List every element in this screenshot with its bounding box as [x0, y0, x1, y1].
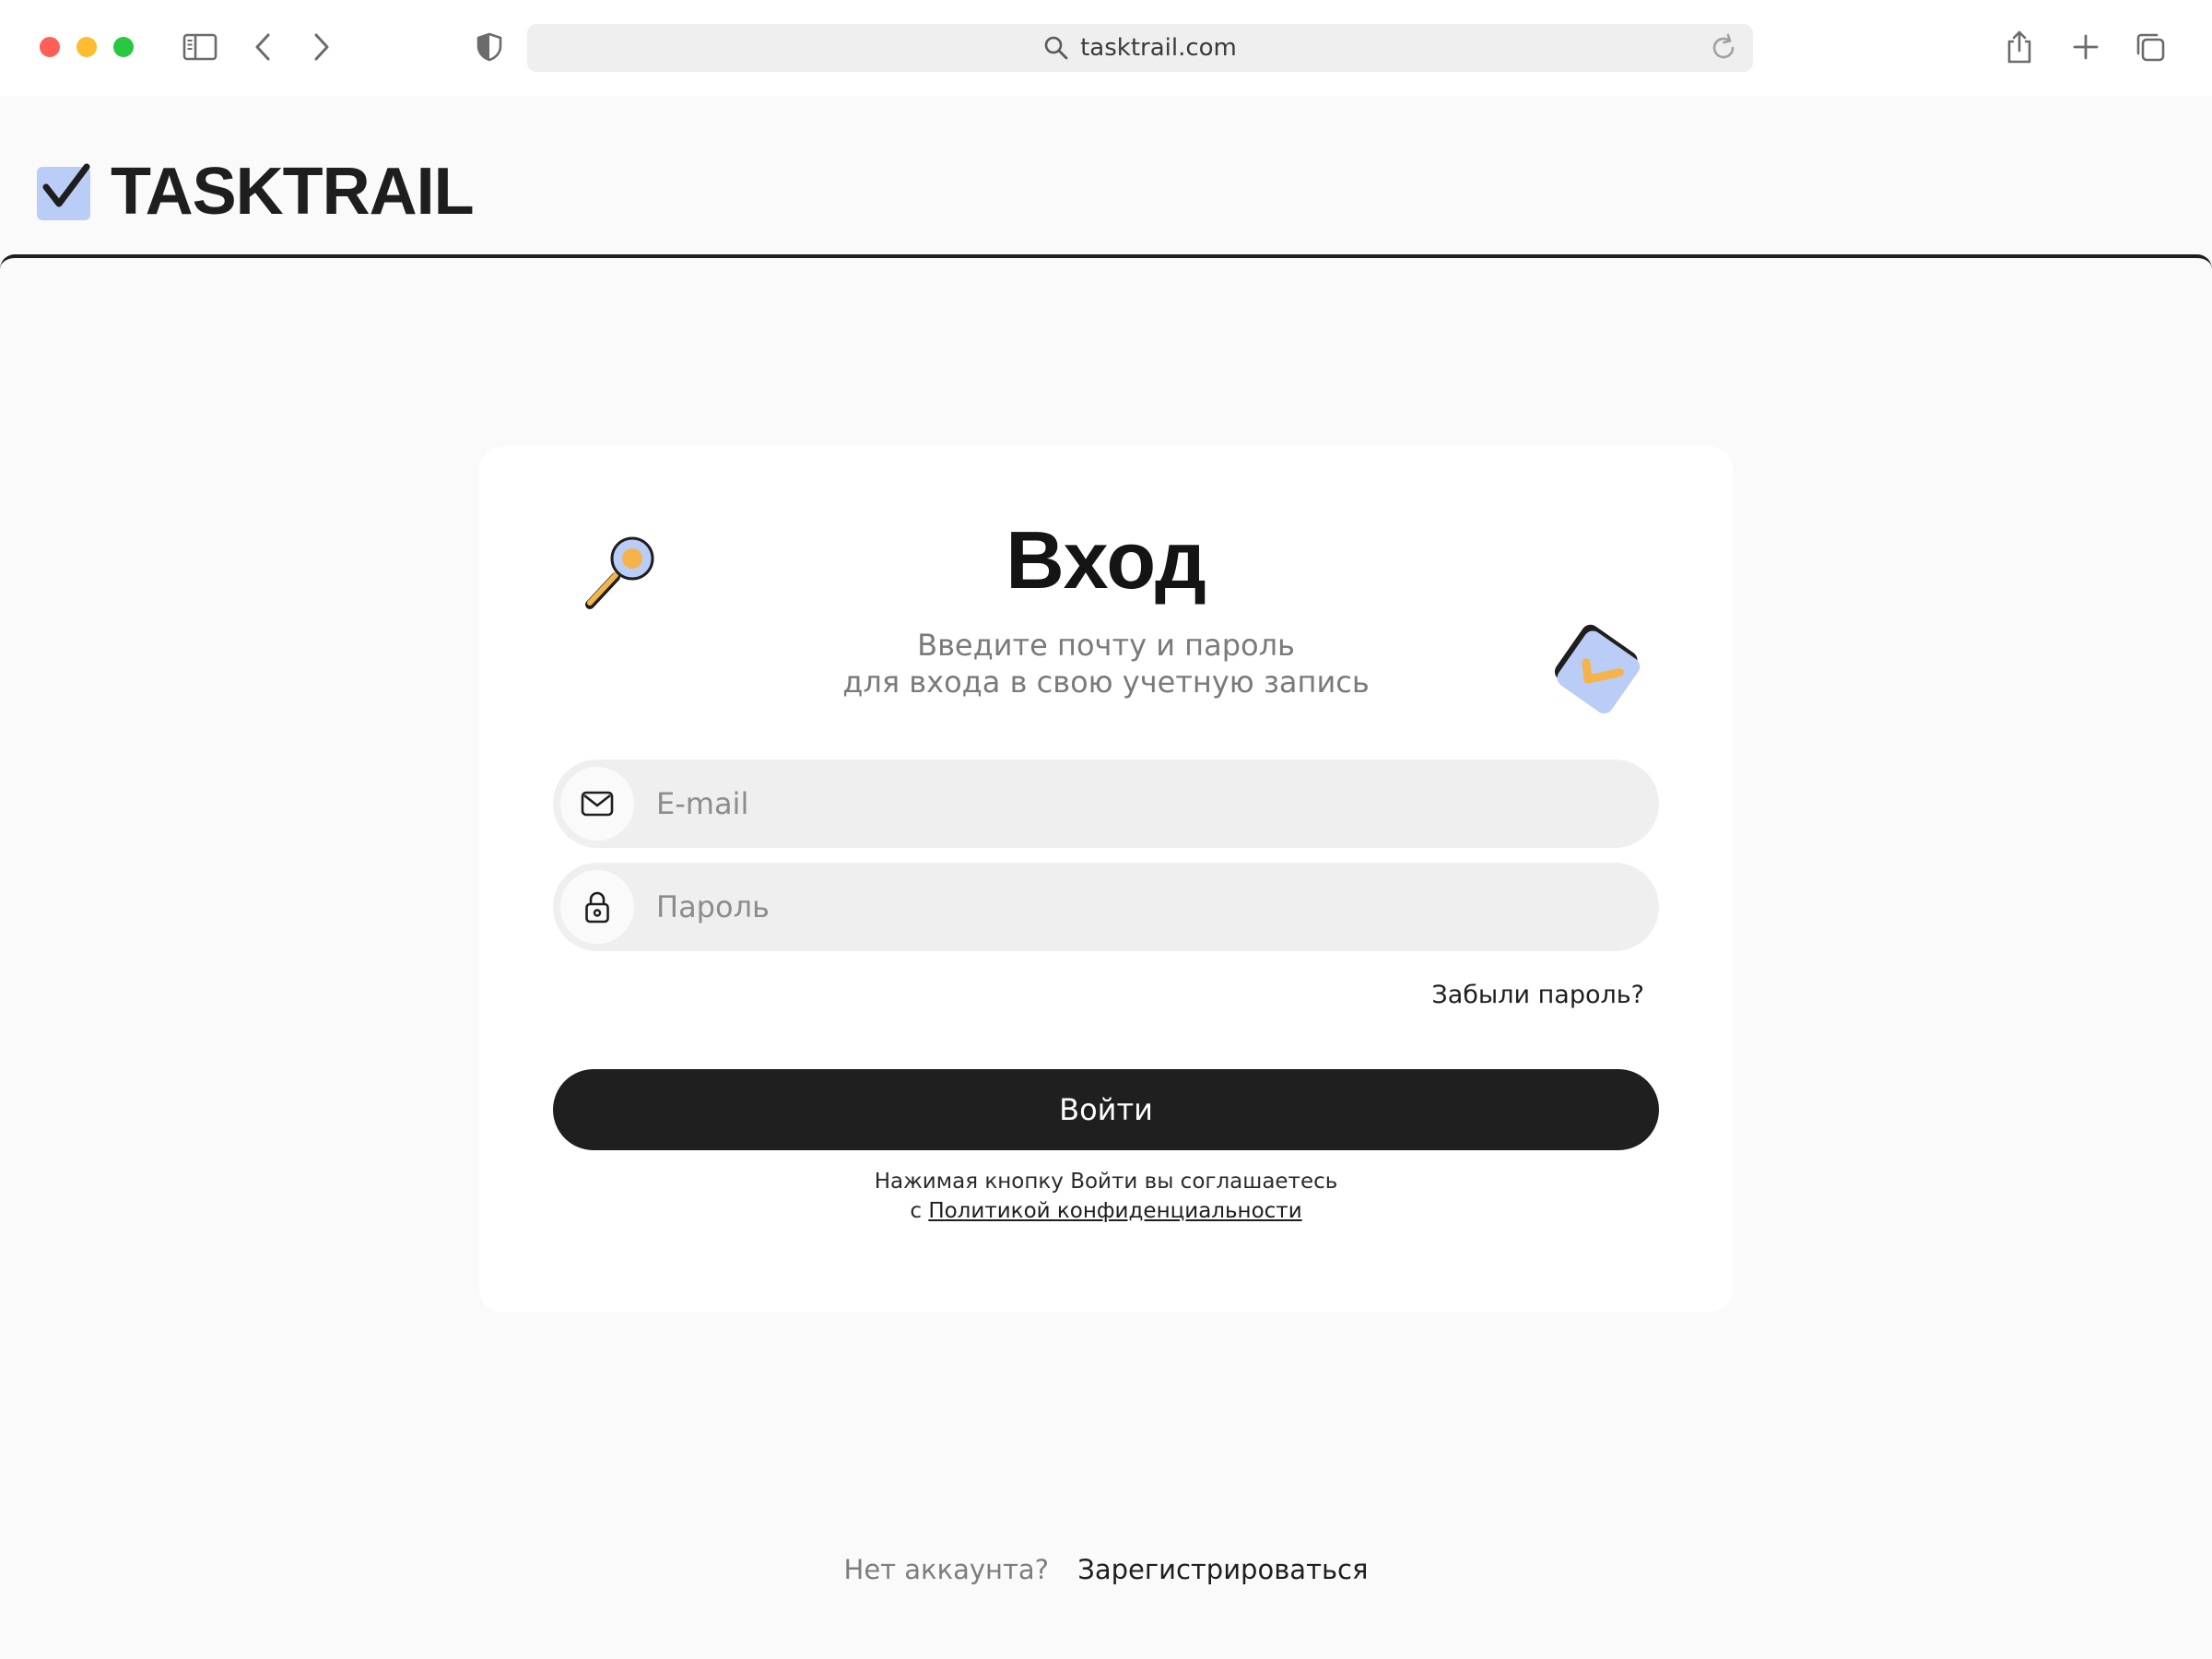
privacy-report-button[interactable] — [468, 26, 511, 68]
chevron-left-icon — [255, 33, 270, 61]
forward-button[interactable] — [300, 26, 343, 68]
zoom-window-button[interactable] — [113, 37, 134, 57]
terms-notice: Нажимая кнопку Войти вы соглашаетесь с П… — [479, 1167, 1733, 1226]
reload-button[interactable] — [1707, 31, 1740, 65]
no-account-text: Нет аккаунта? — [843, 1554, 1050, 1585]
close-window-button[interactable] — [40, 37, 60, 57]
browser-toolbar: tasktrail.com — [0, 0, 2212, 96]
login-title: Вход — [1006, 514, 1206, 606]
login-button[interactable]: Войти — [553, 1069, 1659, 1150]
mail-icon — [581, 791, 614, 817]
share-icon — [2007, 30, 2031, 64]
plus-icon — [2073, 34, 2099, 60]
share-button[interactable] — [1998, 26, 2041, 68]
login-subtitle: Введите почту и пароль для входа в свою … — [479, 627, 1733, 700]
password-icon-badge — [560, 870, 634, 944]
reload-icon — [1712, 33, 1735, 59]
email-icon-badge — [560, 767, 634, 841]
terms-prefix: с — [910, 1199, 922, 1223]
checkmark-logo-icon — [37, 163, 90, 220]
forgot-password-link[interactable]: Забыли пароль? — [1431, 981, 1644, 1009]
subtitle-line-2: для входа в свою учетную запись — [842, 665, 1370, 700]
email-field[interactable] — [553, 759, 1659, 848]
password-field[interactable] — [553, 863, 1659, 951]
brand-name: TASKTRAIL — [111, 155, 475, 229]
shield-icon — [477, 32, 502, 62]
lock-icon — [585, 891, 609, 924]
sidebar-toggle-button[interactable] — [179, 26, 221, 68]
url-text: tasktrail.com — [1080, 34, 1237, 62]
subtitle-line-1: Введите почту и пароль — [917, 628, 1295, 663]
back-button[interactable] — [241, 26, 284, 68]
header-divider — [0, 254, 2212, 282]
site-logo[interactable]: TASKTRAIL — [37, 159, 475, 225]
terms-line-2: с Политикой конфиденциальности — [479, 1196, 1733, 1226]
password-input[interactable] — [656, 889, 1624, 924]
terms-line-1: Нажимая кнопку Войти вы соглашаетесь — [874, 1170, 1338, 1194]
email-input[interactable] — [656, 786, 1624, 821]
search-icon — [1044, 36, 1068, 60]
privacy-policy-link[interactable]: Политикой конфиденциальности — [928, 1199, 1301, 1223]
new-tab-button[interactable] — [2065, 26, 2107, 68]
tabs-icon — [2136, 33, 2165, 62]
tab-overview-button[interactable] — [2129, 26, 2171, 68]
check-tile-decoration-icon — [1554, 624, 1641, 713]
chevron-right-icon — [314, 33, 329, 61]
signup-prompt: Нет аккаунта? Зарегистрироваться — [0, 1554, 2212, 1585]
minimize-window-button[interactable] — [76, 37, 97, 57]
register-link[interactable]: Зарегистрироваться — [1077, 1554, 1368, 1585]
sidebar-icon — [182, 33, 218, 61]
login-card: Вход Введите почту и пароль для входа в … — [479, 446, 1733, 1312]
address-bar[interactable]: tasktrail.com — [527, 24, 1753, 72]
